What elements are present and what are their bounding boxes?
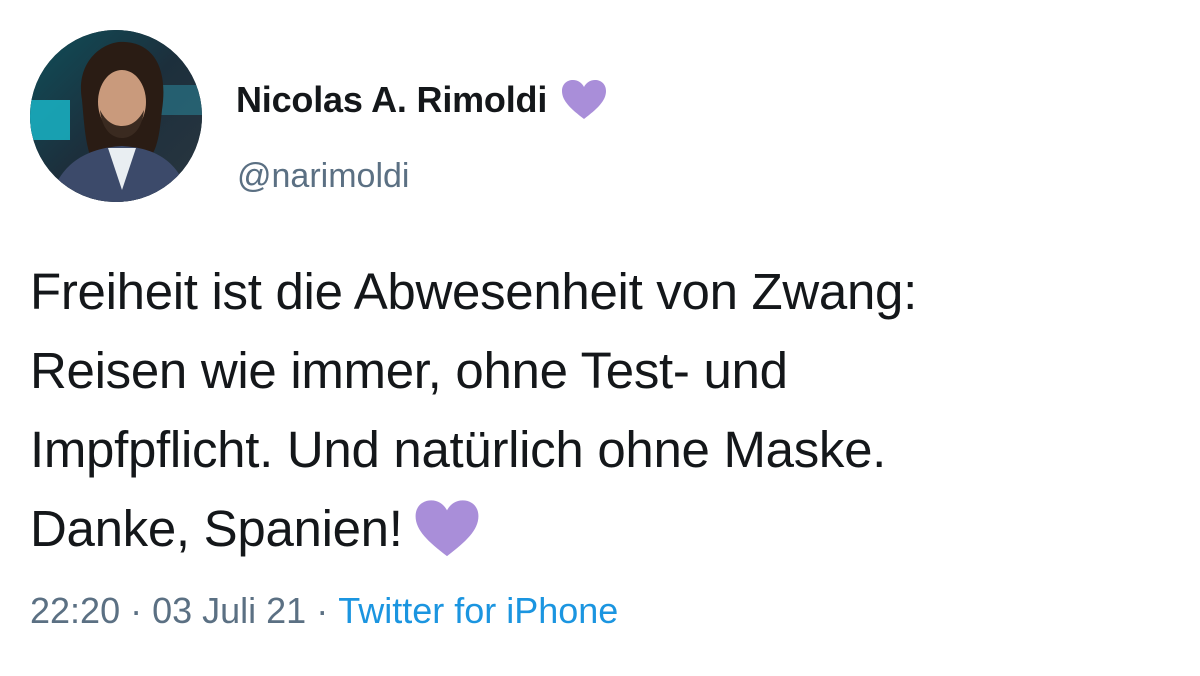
- meta-separator: ·: [316, 590, 329, 631]
- tweet-date[interactable]: 03 Juli 21: [152, 590, 306, 631]
- author-name-row[interactable]: Nicolas A. Rimoldi: [236, 76, 607, 124]
- tweet-time[interactable]: 22:20: [30, 590, 120, 631]
- tweet-source-link[interactable]: Twitter for iPhone: [338, 590, 618, 631]
- tweet-card: Nicolas A. Rimoldi @narimoldi Freiheit i…: [0, 0, 1200, 676]
- tweet-text: Freiheit ist die Abwesenheit von Zwang: …: [30, 252, 1180, 568]
- avatar-photo: [30, 30, 202, 202]
- purple-heart-icon: [562, 80, 607, 119]
- tweet-text-line: Freiheit ist die Abwesenheit von Zwang:: [30, 263, 917, 320]
- tweet-text-line: Danke, Spanien!: [30, 500, 403, 557]
- author-display-name[interactable]: Nicolas A. Rimoldi: [236, 79, 547, 121]
- author-handle[interactable]: @narimoldi: [237, 157, 409, 196]
- meta-separator: ·: [130, 590, 143, 631]
- tweet-text-line: Impfpflicht. Und natürlich ohne Maske.: [30, 421, 887, 478]
- tweet-meta: 22:20 · 03 Juli 21 · Twitter for iPhone: [30, 590, 618, 632]
- purple-heart-icon: [415, 499, 479, 556]
- tweet-header: Nicolas A. Rimoldi @narimoldi: [30, 30, 1170, 205]
- tweet-text-line: Reisen wie immer, ohne Test- und: [30, 342, 788, 399]
- tweet-text-line-last: Danke, Spanien!: [30, 489, 1180, 568]
- avatar[interactable]: [30, 30, 202, 202]
